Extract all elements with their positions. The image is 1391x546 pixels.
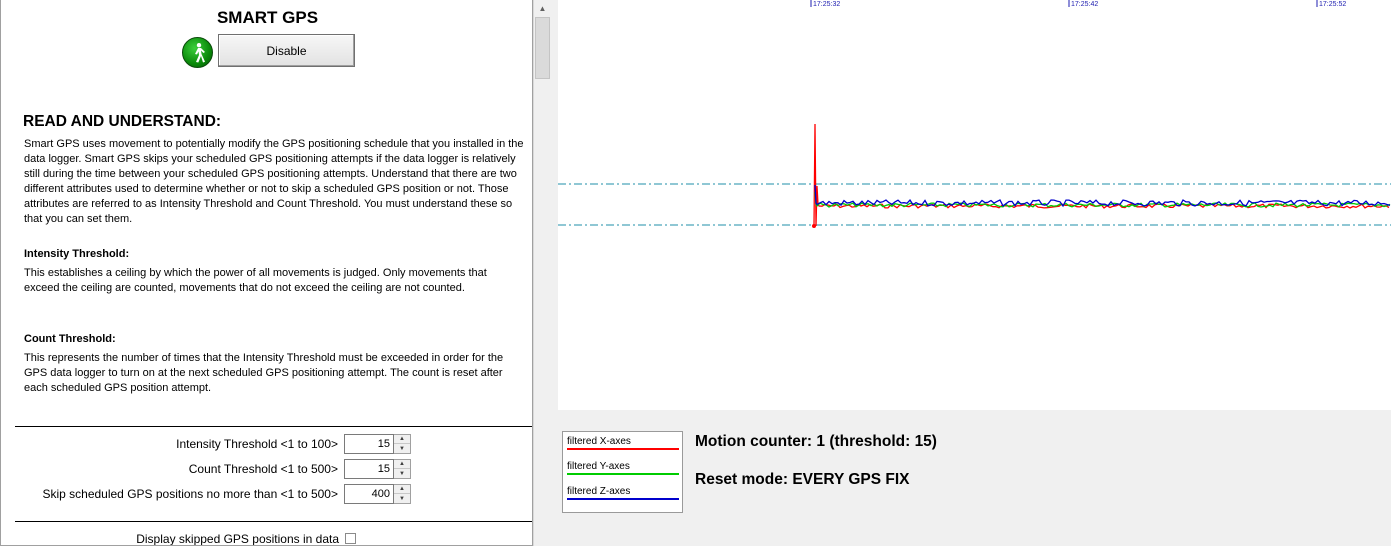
skip-positions-stepper[interactable]: ▲ ▼ [344,484,411,504]
time-tick-label: 17:25:52 [1319,1,1346,8]
stepper-down-arrow-icon[interactable]: ▼ [394,494,410,503]
legend-x: filtered X-axes [567,436,679,450]
intensity-threshold-text: This establishes a ceiling by which the … [24,267,487,294]
smart-gps-window: SMART GPS Disable READ AND UNDERSTAND: S… [0,0,1391,546]
walking-person-icon [182,37,213,68]
display-skipped-label: Display skipped GPS positions in data [136,532,339,546]
legend-z-swatch [567,498,679,500]
count-threshold-row: Count Threshold <1 to 500> ▲ ▼ [1,459,532,479]
motion-plot: 17:25:32 17:25:42 17:25:52 [558,0,1391,410]
settings-panel: SMART GPS Disable READ AND UNDERSTAND: S… [0,0,550,546]
skip-positions-label: Skip scheduled GPS positions no more tha… [42,487,338,501]
count-threshold-input[interactable] [344,459,394,479]
intensity-threshold-input[interactable] [344,434,394,454]
display-skipped-row: Display skipped GPS positions in data [1,530,532,546]
divider [15,426,532,427]
count-threshold-heading: Count Threshold: [24,333,116,345]
time-tick-label: 17:25:42 [1071,1,1098,8]
stepper-buttons: ▲ ▼ [394,434,411,454]
intensity-threshold-heading: Intensity Threshold: [24,248,130,260]
display-skipped-checkbox[interactable] [345,533,356,544]
motion-plot-canvas: 17:25:32 17:25:42 17:25:52 [558,0,1391,228]
count-threshold-text: This represents the number of times that… [24,352,504,394]
legend-x-swatch [567,448,679,450]
instructions-heading: READ AND UNDERSTAND: [23,113,222,130]
z-axis-trace [814,184,1391,208]
scroll-up-arrow-icon[interactable]: ▲ [534,0,551,17]
stepper-up-arrow-icon[interactable]: ▲ [394,485,410,494]
disable-button[interactable]: Disable [218,34,355,67]
reset-mode: Reset mode: EVERY GPS FIX [695,471,910,488]
legend-z-label: filtered Z-axes [567,486,631,497]
stepper-down-arrow-icon[interactable]: ▼ [394,469,410,478]
settings-scroll-area: SMART GPS Disable READ AND UNDERSTAND: S… [0,0,533,546]
count-threshold-label: Count Threshold <1 to 500> [188,462,338,476]
stepper-down-arrow-icon[interactable]: ▼ [394,444,410,453]
scrollbar-thumb[interactable] [535,17,550,79]
divider [15,521,532,522]
time-tick-label: 17:25:32 [813,1,840,8]
stepper-buttons: ▲ ▼ [394,484,411,504]
instructions-intro: Smart GPS uses movement to potentially m… [24,138,524,225]
x-axis-marker [812,224,816,228]
stepper-up-arrow-icon[interactable]: ▲ [394,435,410,444]
skip-positions-input[interactable] [344,484,394,504]
motion-counter: Motion counter: 1 (threshold: 15) [695,433,937,450]
intensity-threshold-row: Intensity Threshold <1 to 100> ▲ ▼ [1,434,532,454]
legend-y: filtered Y-axes [567,461,679,475]
x-axis-trace [813,123,1390,227]
count-threshold-stepper[interactable]: ▲ ▼ [344,459,411,479]
stepper-up-arrow-icon[interactable]: ▲ [394,460,410,469]
plot-legend: filtered X-axes filtered Y-axes filtered… [562,431,683,513]
skip-positions-row: Skip scheduled GPS positions no more tha… [1,484,532,504]
page-title: SMART GPS [216,8,319,27]
intensity-threshold-stepper[interactable]: ▲ ▼ [344,434,411,454]
legend-x-label: filtered X-axes [567,436,631,447]
legend-y-label: filtered Y-axes [567,461,630,472]
intensity-threshold-label: Intensity Threshold <1 to 100> [176,437,338,451]
vertical-scrollbar[interactable]: ▲ [533,0,550,546]
legend-y-swatch [567,473,679,475]
stepper-buttons: ▲ ▼ [394,459,411,479]
legend-z: filtered Z-axes [567,486,679,500]
